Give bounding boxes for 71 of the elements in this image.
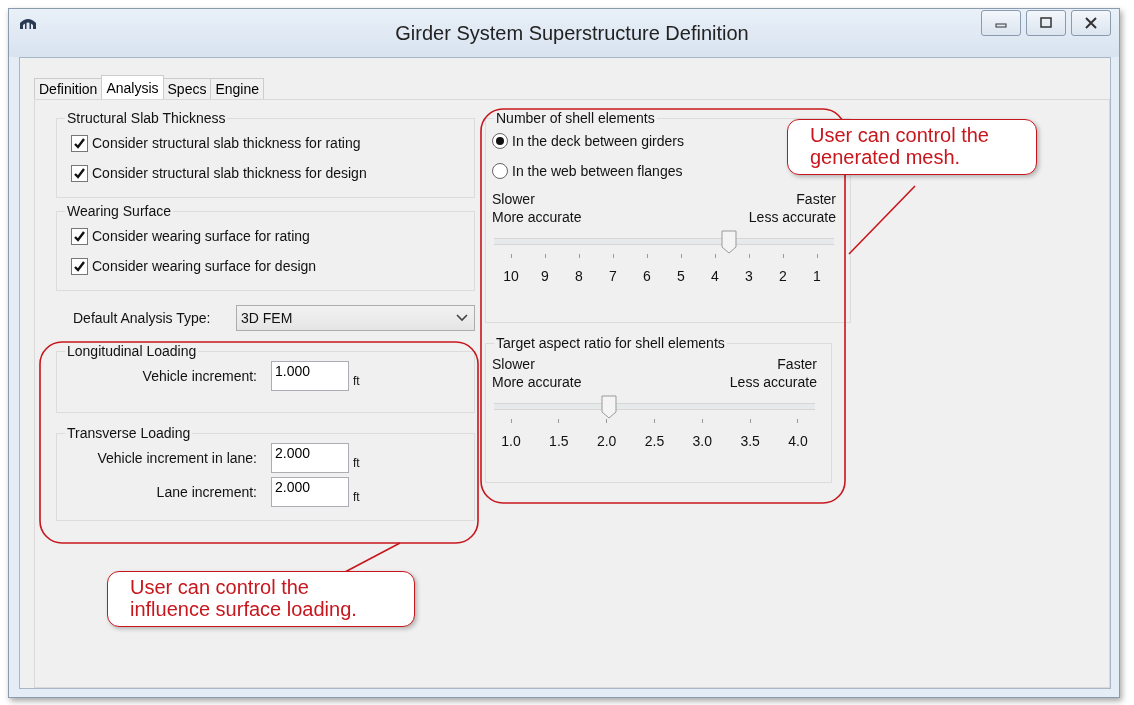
field-label: Vehicle increment in lane:: [96, 450, 258, 466]
group-title: Longitudinal Loading: [66, 343, 198, 359]
tick-label: 3: [745, 268, 753, 284]
unit-label: ft: [353, 374, 360, 388]
tab[interactable]: Analysis: [101, 75, 164, 99]
group-title: Structural Slab Thickness: [66, 110, 227, 126]
callout-text: User can control the: [130, 576, 310, 598]
checkmark-icon: [73, 229, 86, 243]
slider-caption: Less accurate: [748, 208, 836, 226]
maximize-icon: [1039, 17, 1053, 29]
field-label: Vehicle increment:: [141, 368, 258, 384]
tick-label: 7: [609, 268, 617, 284]
slider-caption: Less accurate: [729, 373, 817, 391]
tick-label: 2.5: [644, 433, 665, 449]
tick-label: 6: [643, 268, 651, 284]
slider-thumb[interactable]: [720, 230, 737, 254]
unit-label: ft: [353, 456, 360, 470]
tick-label: 10: [503, 268, 519, 284]
checkbox[interactable]: Consider wearing surface for rating: [71, 221, 474, 251]
tab[interactable]: Specs: [162, 78, 212, 99]
tick-label: 1: [813, 268, 821, 284]
group-title: Number of shell elements: [495, 110, 656, 126]
close-button[interactable]: [1071, 10, 1111, 36]
bridge-icon: [19, 16, 37, 30]
slider-caption: Faster: [777, 355, 817, 373]
tick-label: 4: [711, 268, 719, 284]
tick-label: 9: [541, 268, 549, 284]
tick-label: 3.5: [740, 433, 760, 449]
group-title: Target aspect ratio for shell elements: [495, 335, 726, 351]
callout-text: generated mesh.: [810, 146, 962, 168]
checkmark-icon: [73, 166, 86, 180]
analysis-type-dropdown[interactable]: 3D FEM: [236, 305, 475, 331]
input-field[interactable]: 2.000: [271, 477, 349, 507]
input-field[interactable]: 2.000: [271, 443, 349, 473]
slider-caption: More accurate: [492, 208, 582, 226]
slider-caption: Faster: [796, 190, 836, 208]
tick-label: 3.0: [692, 433, 713, 449]
radio-button[interactable]: In the web between flanges: [492, 156, 683, 186]
input-field[interactable]: 1.000: [271, 361, 349, 391]
slider-thumb[interactable]: [600, 395, 617, 419]
tick-label: 2: [779, 268, 787, 284]
callout-text: influence surface loading.: [130, 598, 358, 620]
tick-label: 8: [575, 268, 583, 284]
field-label: Default Analysis Type:: [72, 310, 212, 326]
tick-label: 4.0: [788, 433, 808, 449]
checkmark-icon: [73, 136, 86, 150]
slider-caption: Slower: [492, 355, 536, 373]
tick-label: 5: [677, 268, 685, 284]
group-title: Wearing Surface: [66, 203, 172, 219]
checkbox[interactable]: Consider structural slab thickness for design: [71, 158, 474, 188]
checkbox[interactable]: Consider structural slab thickness for rating: [71, 128, 474, 158]
checkbox[interactable]: Consider wearing surface for design: [71, 251, 474, 281]
tick-label: 2.0: [596, 433, 617, 449]
field-label: Lane increment:: [155, 484, 258, 500]
checkmark-icon: [73, 259, 86, 273]
minimize-button[interactable]: [981, 10, 1021, 36]
chevron-down-icon: [456, 314, 468, 322]
leader-line: [848, 185, 916, 255]
group-title: Transverse Loading: [66, 425, 192, 441]
slider-caption: More accurate: [492, 373, 582, 391]
window-title: Girder System Superstructure Definition: [394, 21, 750, 45]
tab[interactable]: Engine: [210, 78, 265, 99]
tab[interactable]: Definition: [34, 78, 103, 99]
tick-label: 1.5: [549, 433, 569, 449]
tick-label: 1.0: [501, 433, 521, 449]
unit-label: ft: [353, 490, 360, 504]
close-icon: [1084, 17, 1098, 29]
radio-button[interactable]: In the deck between girders: [492, 126, 684, 156]
maximize-button[interactable]: [1026, 10, 1066, 36]
slider-caption: Slower: [492, 190, 536, 208]
callout-text: User can control the: [810, 124, 990, 146]
